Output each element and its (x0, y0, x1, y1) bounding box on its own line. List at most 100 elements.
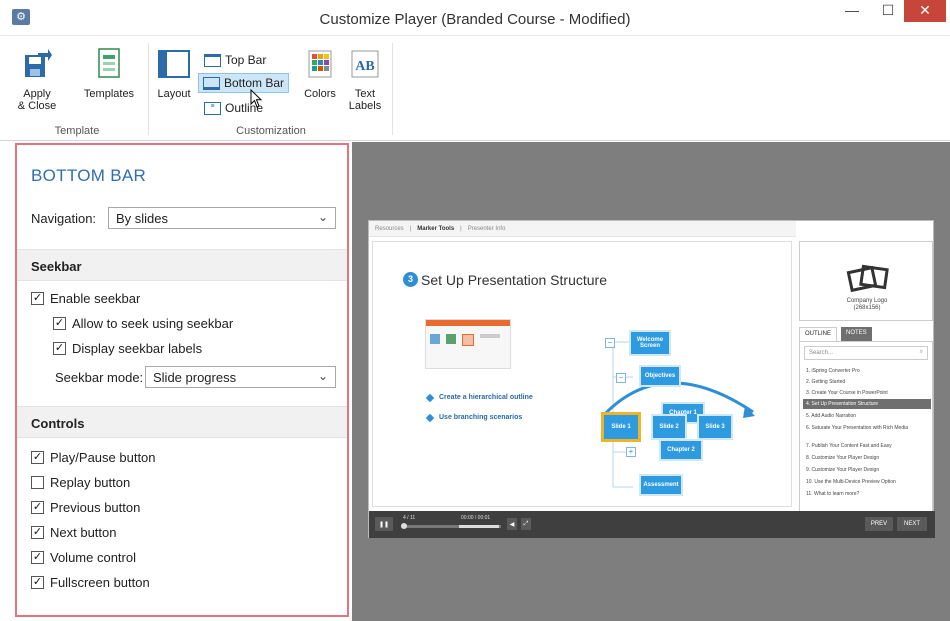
diagram-node: Slide 3 (697, 414, 733, 440)
diagram-node: Welcome Screen (629, 330, 671, 356)
slide-bullet: Use branching scenarios (425, 413, 522, 422)
navigation-select[interactable]: By slides ⌄ (108, 207, 336, 229)
save-close-icon (25, 49, 52, 77)
colors-label: Colors (304, 88, 336, 100)
maximize-button[interactable]: ☐ (872, 0, 904, 22)
bottom-bar-label: Bottom Bar (224, 76, 285, 90)
slide-title: Set Up Presentation Structure (421, 272, 607, 288)
presenter-info-tab[interactable]: Presenter Info (468, 226, 506, 232)
close-button[interactable]: ✕ (904, 0, 946, 22)
outline-tab[interactable]: OUTLINE (799, 327, 838, 341)
diagram-node: Assessment (639, 474, 683, 496)
next-label: Next button (50, 525, 117, 540)
volume-checkbox[interactable]: ✓ Volume control (31, 550, 136, 565)
checkbox-icon: ✓ (31, 451, 44, 464)
outline-item[interactable]: 8. Customize Your Player Design (803, 453, 931, 463)
mouse-cursor-icon (250, 89, 263, 108)
checkbox-icon (31, 476, 44, 489)
outline-search-input[interactable]: Search... ⌕ (804, 346, 928, 360)
outline-item[interactable]: 5. Add Audio Narration (803, 411, 931, 421)
outline-item[interactable]: 2. Getting Started (803, 377, 931, 387)
fullscreen-checkbox[interactable]: ✓ Fullscreen button (31, 575, 150, 590)
title-bar: ⚙ Customize Player (Branded Course - Mod… (0, 0, 950, 36)
display-seekbar-labels-label: Display seekbar labels (72, 341, 203, 356)
seekbar-mode-select[interactable]: Slide progress ⌄ (145, 366, 336, 388)
outline-item[interactable]: 11. What to learn more? (803, 489, 931, 499)
checkbox-icon: ✓ (31, 576, 44, 589)
time-display: 00:00 / 00:01 (461, 515, 491, 521)
fullscreen-icon[interactable]: ⤢ (521, 518, 531, 530)
templates-button[interactable]: Templates (80, 47, 138, 100)
company-logo-placeholder: Company Logo (268x156) (799, 241, 933, 321)
window-title: Customize Player (Branded Course - Modif… (319, 11, 631, 28)
player-bottom-bar: ❚❚ 4 / 11 00:00 / 00:01 ◀ ⤢ PREV NEXT (369, 511, 935, 538)
outline-panel: Search... ⌕ 1. iSpring Converter Pro 2. … (799, 341, 933, 527)
outline-item[interactable]: 7. Publish Your Content Fast and Easy (803, 441, 931, 451)
ribbon-screenshot-image (425, 319, 511, 369)
slide-bullet: Create a hierarchical outline (425, 393, 533, 402)
marker-tools-tab[interactable]: Marker Tools (417, 226, 454, 232)
resources-tab[interactable]: Resources (375, 226, 404, 232)
replay-checkbox[interactable]: Replay button (31, 475, 130, 490)
text-labels-label-1: Text (354, 88, 376, 100)
diamond-bullet-icon (425, 413, 435, 422)
collapse-icon: − (616, 373, 626, 383)
next-button[interactable]: NEXT (897, 517, 927, 531)
play-pause-label: Play/Pause button (50, 450, 156, 465)
colors-button[interactable]: Colors (300, 47, 340, 100)
text-labels-icon: AB (351, 50, 379, 78)
layout-button[interactable]: Layout (154, 47, 194, 100)
diagram-node: Slide 2 (651, 414, 687, 440)
checkbox-icon: ✓ (31, 551, 44, 564)
notes-tab[interactable]: NOTES (841, 327, 872, 341)
top-bar-button[interactable]: Top Bar (200, 50, 270, 70)
outline-item[interactable]: 3. Create Your Course in PowerPoint (803, 388, 931, 398)
slide-counter: 4 / 11 (403, 515, 416, 521)
previous-checkbox[interactable]: ✓ Previous button (31, 500, 140, 515)
top-bar-icon (204, 53, 221, 67)
top-bar-label: Top Bar (225, 53, 267, 67)
apply-close-button[interactable]: Apply & Close (16, 47, 58, 112)
seekbar-mode-value: Slide progress (153, 370, 237, 385)
minimize-button[interactable]: — (836, 0, 868, 22)
diagram-node-selected: Slide 1 (601, 412, 641, 442)
diamond-bullet-icon (425, 393, 435, 402)
checkbox-icon: ✓ (31, 292, 44, 305)
allow-seek-checkbox[interactable]: ✓ Allow to seek using seekbar (53, 316, 233, 331)
layout-icon (158, 50, 190, 78)
checkbox-icon: ✓ (31, 501, 44, 514)
outline-item[interactable]: 10. Use the Multi-Device Preview Option (803, 477, 931, 487)
bottom-bar-button[interactable]: Bottom Bar (198, 73, 290, 93)
checkbox-icon: ✓ (31, 526, 44, 539)
text-labels-button[interactable]: AB Text Labels (345, 47, 385, 112)
display-seekbar-labels-checkbox[interactable]: ✓ Display seekbar labels (53, 341, 202, 356)
text-labels-label-2: Labels (348, 100, 382, 112)
outline-item[interactable]: 9. Customize Your Player Design (803, 465, 931, 475)
svg-text:AB: AB (355, 59, 374, 74)
template-group-label: Template (54, 125, 100, 137)
collapse-icon: − (605, 338, 615, 348)
templates-label: Templates (83, 88, 135, 100)
apply-close-label-2: & Close (17, 100, 57, 112)
seekbar[interactable] (401, 523, 501, 529)
outline-item[interactable]: 1. iSpring Converter Pro (803, 366, 931, 376)
diagram-node: Chapter 2 (659, 439, 703, 461)
ribbon-separator (148, 43, 149, 135)
replay-label: Replay button (50, 475, 131, 490)
enable-seekbar-checkbox[interactable]: ✓ Enable seekbar (31, 291, 140, 306)
bottom-bar-settings-panel: BOTTOM BAR Navigation: By slides ⌄ Seekb… (15, 143, 349, 617)
play-pause-checkbox[interactable]: ✓ Play/Pause button (31, 450, 156, 465)
navigation-value: By slides (116, 211, 169, 226)
next-checkbox[interactable]: ✓ Next button (31, 525, 117, 540)
logo-placeholder-icon (846, 264, 889, 293)
seekbar-thumb[interactable] (401, 523, 407, 529)
prev-button[interactable]: PREV (865, 517, 893, 531)
previous-label: Previous button (50, 500, 141, 515)
play-pause-button[interactable]: ❚❚ (375, 517, 393, 531)
navigation-label: Navigation: (31, 211, 97, 226)
outline-item-current[interactable]: 4. Set Up Presentation Structure (803, 399, 931, 409)
volume-icon[interactable]: ◀ (507, 518, 517, 530)
outline-item[interactable]: 6. Saturate Your Presentation with Rich … (803, 423, 931, 433)
allow-seek-label: Allow to seek using seekbar (72, 316, 234, 331)
search-icon: ⌕ (919, 349, 923, 355)
